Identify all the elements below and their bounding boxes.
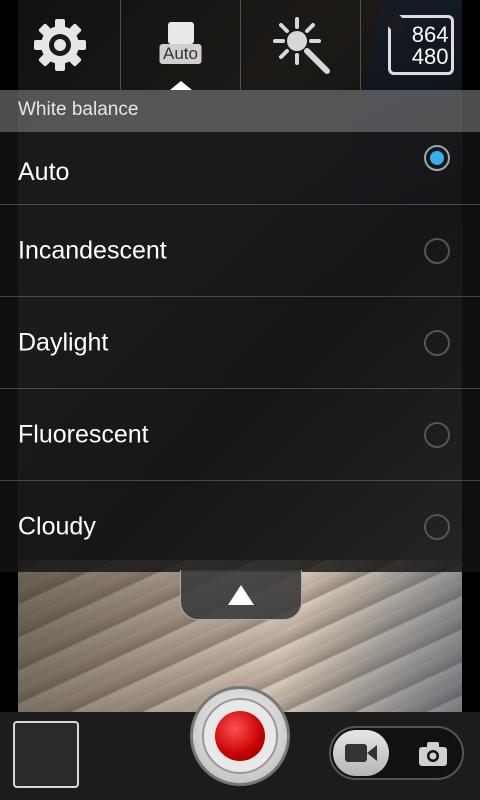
settings-button[interactable] xyxy=(0,0,120,90)
white-balance-option-incandescent[interactable]: Incandescent xyxy=(0,204,480,296)
radio-checked-icon[interactable] xyxy=(424,145,450,171)
white-balance-icon xyxy=(167,22,194,44)
radio-unchecked-icon[interactable] xyxy=(424,421,450,448)
top-control-bar: Auto 864 480 xyxy=(0,0,480,90)
radio-unchecked-icon[interactable] xyxy=(424,237,450,264)
selected-indicator-icon xyxy=(169,81,192,90)
chevron-up-icon xyxy=(228,584,254,605)
white-balance-option-fluorescent[interactable]: Fluorescent xyxy=(0,388,480,480)
record-icon xyxy=(215,711,265,761)
resolution-height: 480 xyxy=(411,44,449,69)
white-balance-button[interactable]: Auto xyxy=(120,0,240,90)
last-capture-thumbnail[interactable] xyxy=(13,721,79,788)
radio-unchecked-icon[interactable] xyxy=(424,329,450,356)
gear-icon xyxy=(34,19,86,71)
white-balance-option-cloudy[interactable]: Cloudy xyxy=(0,480,480,572)
resolution-icon: 864 480 xyxy=(383,10,454,75)
exposure-icon xyxy=(272,17,330,74)
option-label: Fluorescent xyxy=(18,420,149,448)
exposure-button[interactable] xyxy=(240,0,360,90)
white-balance-options-list: Auto Incandescent Daylight Fluorescent C… xyxy=(0,132,480,572)
white-balance-current-label: Auto xyxy=(159,44,202,64)
camera-mode-switch[interactable] xyxy=(329,726,464,780)
white-balance-panel-title: White balance xyxy=(0,90,480,132)
option-label: Auto xyxy=(18,158,70,186)
video-camera-icon xyxy=(345,744,377,762)
resolution-button[interactable]: 864 480 xyxy=(360,0,480,90)
white-balance-option-daylight[interactable]: Daylight xyxy=(0,296,480,388)
record-button[interactable] xyxy=(190,686,290,786)
collapse-panel-button[interactable] xyxy=(180,570,302,620)
record-button-ring xyxy=(202,698,278,774)
option-label: Incandescent xyxy=(18,236,167,264)
white-balance-option-auto[interactable]: Auto xyxy=(0,132,480,204)
mode-switch-knob[interactable] xyxy=(333,730,389,776)
radio-unchecked-icon[interactable] xyxy=(424,513,450,540)
option-label: Cloudy xyxy=(18,512,96,540)
option-label: Daylight xyxy=(18,328,109,356)
camera-icon[interactable] xyxy=(418,741,448,767)
